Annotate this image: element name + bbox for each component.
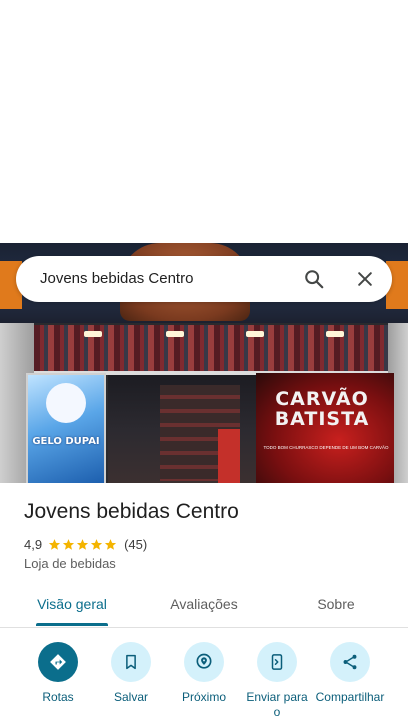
directions-button[interactable]: Rotas xyxy=(21,642,95,705)
share-button[interactable]: Compartilhar xyxy=(313,642,387,705)
share-icon xyxy=(330,642,370,682)
search-icon[interactable] xyxy=(296,261,332,297)
tab-about[interactable]: Sobre xyxy=(290,586,382,626)
tab-active-indicator xyxy=(36,623,108,626)
nearby-icon xyxy=(184,642,224,682)
photo-light xyxy=(326,331,344,337)
send-to-phone-label: Enviar para o xyxy=(246,690,308,719)
place-title: Jovens bebidas Centro xyxy=(24,500,239,523)
star-icon xyxy=(62,538,75,550)
bookmark-icon xyxy=(111,642,151,682)
photo-panel-right-title: CARVÃO BATISTA xyxy=(274,388,370,430)
star-icon xyxy=(104,538,117,550)
place-category: Loja de bebidas xyxy=(24,556,116,571)
share-label: Compartilhar xyxy=(315,690,385,704)
nearby-button[interactable]: Próximo xyxy=(167,642,241,705)
search-bar[interactable]: Jovens bebidas Centro xyxy=(16,256,392,302)
save-button[interactable]: Salvar xyxy=(94,642,168,705)
nearby-label: Próximo xyxy=(181,690,226,704)
photo-bear-mascot xyxy=(46,383,86,423)
send-to-phone-icon xyxy=(257,642,297,682)
search-query[interactable]: Jovens bebidas Centro xyxy=(40,256,193,302)
photo-panel-left-text: GELO DUPAI xyxy=(32,436,100,447)
directions-icon xyxy=(38,642,78,682)
close-icon[interactable] xyxy=(347,261,383,297)
star-icon xyxy=(90,538,103,550)
rating-stars xyxy=(48,538,118,551)
rating-row[interactable]: 4,9 (45) xyxy=(24,535,147,553)
send-to-phone-button[interactable]: Enviar para o xyxy=(240,642,314,720)
place-tabs: Visão geral Avaliações Sobre xyxy=(0,586,408,628)
review-count[interactable]: (45) xyxy=(124,537,147,552)
photo-light xyxy=(246,331,264,337)
save-label: Salvar xyxy=(113,690,148,704)
directions-label: Rotas xyxy=(42,690,74,704)
photo-door-banner xyxy=(218,429,240,483)
map-area-blank xyxy=(0,0,408,243)
tab-overview[interactable]: Visão geral xyxy=(22,586,122,626)
photo-light xyxy=(166,331,184,337)
star-icon xyxy=(76,538,89,550)
tab-reviews[interactable]: Avaliações xyxy=(150,586,258,626)
photo-panel-right-subtitle: TODO BOM CHURRASCO DEPENDE DE UM BOM CAR… xyxy=(263,445,389,450)
rating-value: 4,9 xyxy=(24,536,43,552)
star-icon xyxy=(48,538,61,550)
photo-light xyxy=(84,331,102,337)
